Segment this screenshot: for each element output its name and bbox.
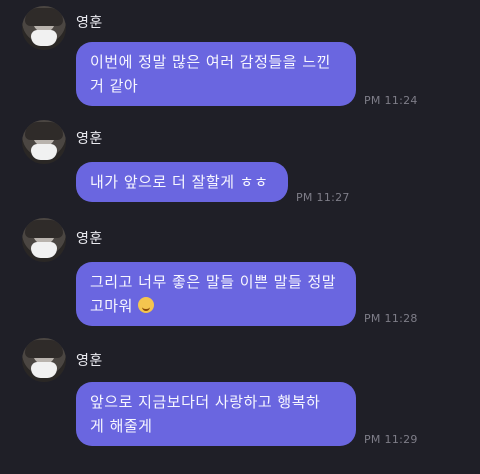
smiling-face-emoji-icon (138, 297, 155, 313)
sender-name: 영훈 (76, 15, 103, 31)
avatar[interactable] (22, 218, 66, 262)
message-bubble[interactable]: 그리고 너무 좋은 말들 이쁜 말들 정말 고마워 (76, 262, 356, 326)
message-bubble[interactable]: 이번에 정말 많은 여러 감정들을 느낀 거 같아 (76, 42, 356, 106)
message-time: PM 11:27 (296, 191, 350, 204)
message-time: PM 11:24 (364, 94, 418, 107)
sender-name: 영훈 (76, 353, 103, 369)
sender-name: 영훈 (76, 131, 103, 147)
message-bubble[interactable]: 앞으로 지금보다더 사랑하고 행복하 게 해줄게 (76, 382, 356, 446)
message-bubble[interactable]: 내가 앞으로 더 잘할게 ㅎㅎ (76, 162, 288, 202)
sender-name: 영훈 (76, 231, 103, 247)
message-text: 그리고 너무 좋은 말들 이쁜 말들 정말 고마워 (90, 273, 337, 315)
message-time: PM 11:28 (364, 312, 418, 325)
avatar[interactable] (22, 120, 66, 164)
message-time: PM 11:29 (364, 433, 418, 446)
chat-window: 영훈 이번에 정말 많은 여러 감정들을 느낀 거 같아 PM 11:24 영훈… (0, 0, 480, 474)
avatar[interactable] (22, 6, 66, 50)
avatar[interactable] (22, 338, 66, 382)
